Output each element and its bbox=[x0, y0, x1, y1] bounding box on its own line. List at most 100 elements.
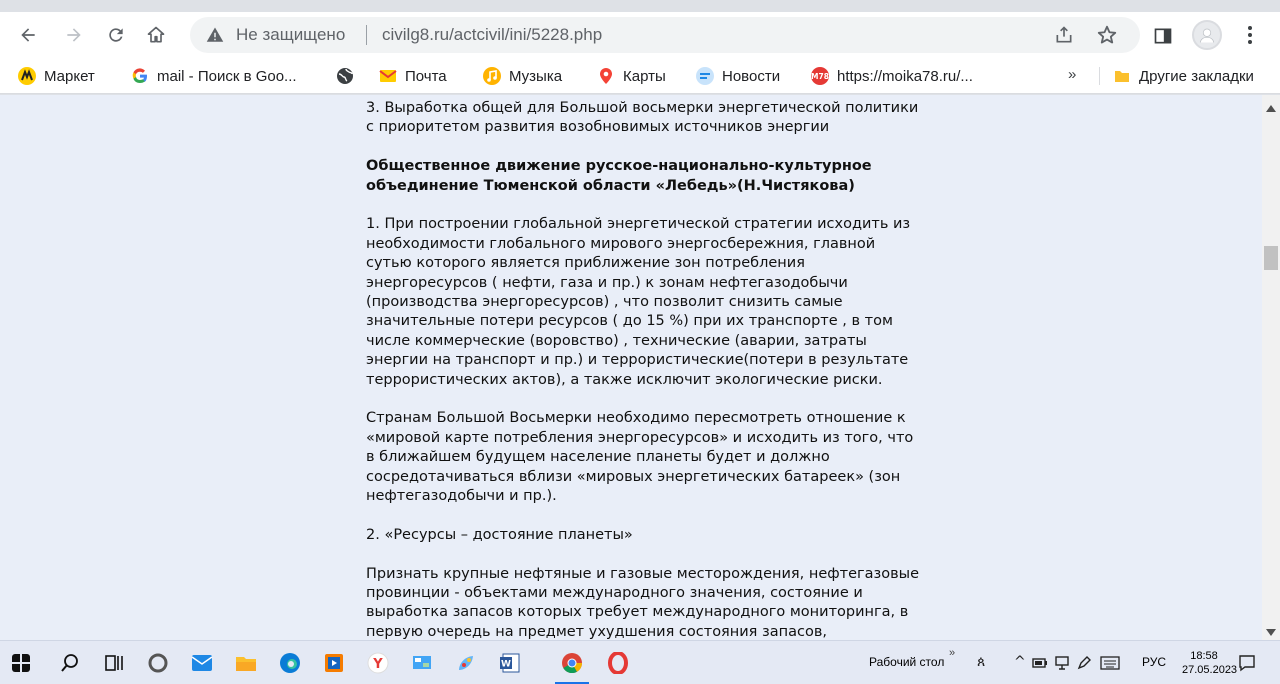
security-status-text[interactable]: Не защищено bbox=[236, 25, 345, 45]
bookmark-music[interactable]: Музыка bbox=[483, 58, 562, 94]
side-panel-icon[interactable] bbox=[1153, 26, 1173, 46]
heading-line: объединение Тюменской области «Лебедь»(Н… bbox=[366, 177, 855, 194]
bookmark-market[interactable]: Маркет bbox=[18, 58, 95, 94]
bookmark-google-mail[interactable]: mail - Поиск в Goo... bbox=[131, 58, 297, 94]
bookmark-label: Маркет bbox=[44, 67, 95, 85]
m78-icon: М78 bbox=[811, 67, 829, 85]
text-line: Странам Большой Восьмерки необходимо пер… bbox=[366, 410, 906, 427]
file-explorer-icon[interactable] bbox=[235, 652, 257, 674]
google-icon bbox=[132, 68, 147, 84]
scroll-up-arrow-icon[interactable] bbox=[1266, 105, 1276, 112]
profile-avatar[interactable] bbox=[1192, 20, 1222, 50]
windows-start-icon[interactable] bbox=[12, 654, 30, 672]
bookmark-news[interactable]: Новости bbox=[696, 58, 780, 94]
battery-icon[interactable] bbox=[1032, 656, 1048, 670]
paragraph-5: Признать крупные нефтяные и газовые мест… bbox=[366, 565, 920, 640]
text-line: 1. При построении глобальной энергетичес… bbox=[366, 216, 911, 233]
text-line: выработка запасов которых требует междун… bbox=[366, 604, 909, 621]
paragraph-3: Странам Большой Восьмерки необходимо пер… bbox=[366, 409, 916, 506]
mail-app-icon[interactable] bbox=[191, 652, 213, 674]
mail-icon bbox=[379, 70, 397, 82]
reload-button[interactable] bbox=[104, 23, 128, 47]
bookmark-label: Музыка bbox=[509, 67, 563, 85]
bookmark-mail[interactable]: Почта bbox=[379, 58, 447, 94]
text-line: с приоритетом развития возобновимых исто… bbox=[366, 119, 830, 136]
notifications-icon[interactable] bbox=[1238, 654, 1256, 672]
control-panel-icon[interactable] bbox=[411, 652, 433, 674]
text-line: значительные потери ресурсов ( до 15 %) … bbox=[366, 313, 893, 330]
yandex-browser-icon[interactable]: Y bbox=[367, 652, 389, 674]
bookmark-globe[interactable] bbox=[336, 58, 362, 94]
text-line: числе коммерческие (воровство) , техниче… bbox=[366, 332, 867, 349]
folder-icon bbox=[1115, 71, 1129, 82]
text-line: 3. Выработка общей для Большой восьмерки… bbox=[366, 100, 919, 116]
reload-icon bbox=[109, 28, 123, 42]
desktop-toolbar-label[interactable]: Рабочий стол bbox=[869, 655, 944, 669]
paragraph-1: 3. Выработка общей для Большой восьмерки… bbox=[366, 99, 919, 138]
home-button[interactable] bbox=[144, 23, 168, 47]
other-bookmarks-label: Другие закладки bbox=[1139, 67, 1254, 85]
forward-button[interactable] bbox=[62, 23, 86, 47]
paint-icon[interactable] bbox=[455, 652, 477, 674]
tray-overflow-chevron-icon[interactable]: ^ bbox=[1014, 654, 1026, 670]
text-line: энергии на транспорт и пр.) и террористи… bbox=[366, 352, 909, 369]
bookmark-label: Карты bbox=[623, 67, 666, 85]
bookmark-moika78[interactable]: М78 https://moika78.ru/... bbox=[811, 58, 973, 94]
task-view-icon[interactable] bbox=[103, 652, 125, 674]
pen-icon[interactable] bbox=[1076, 655, 1092, 671]
back-button[interactable] bbox=[16, 23, 40, 47]
text-line: в ближайшем будущем население планеты бу… bbox=[366, 449, 830, 466]
address-divider bbox=[366, 25, 367, 45]
keyboard-icon[interactable] bbox=[1100, 656, 1120, 670]
edge-icon[interactable] bbox=[279, 652, 301, 674]
clock[interactable]: 18:58 27.05.2023 bbox=[1182, 649, 1238, 677]
text-line: сутью которого является приближение зон … bbox=[366, 255, 805, 272]
paragraph-4: 2. «Ресурсы – достояние планеты» bbox=[366, 526, 916, 545]
section-heading: Общественное движение русское-национальн… bbox=[366, 157, 916, 196]
share-icon[interactable] bbox=[1054, 25, 1074, 45]
other-bookmarks-folder[interactable]: Другие закладки bbox=[1113, 58, 1254, 94]
bookmarks-bar: Маркет mail - Поиск в Goo... Почта Музык… bbox=[0, 58, 1280, 94]
svg-text:W: W bbox=[501, 660, 511, 670]
text-line: «мировой карте потребления энергоресурсо… bbox=[366, 429, 914, 446]
scroll-down-arrow-icon[interactable] bbox=[1266, 629, 1276, 636]
bookmarks-overflow-button[interactable]: » bbox=[1068, 66, 1076, 83]
text-line: энергоресурсов ( нефти, газа и пр.) к зо… bbox=[366, 274, 848, 291]
text-line: (производства энергоресурсов) , что позв… bbox=[366, 294, 843, 311]
network-icon[interactable] bbox=[1054, 655, 1070, 671]
input-language-indicator[interactable]: РУС bbox=[1142, 655, 1166, 669]
toolbar-expand-chevron[interactable]: » bbox=[949, 647, 955, 659]
clock-date: 27.05.2023 bbox=[1182, 664, 1238, 676]
svg-text:М78: М78 bbox=[811, 72, 829, 81]
text-line: провинции - объектами международного зна… bbox=[366, 585, 863, 602]
address-bar[interactable]: Не защищено civilg8.ru/actcivil/ini/5228… bbox=[190, 17, 1140, 53]
text-line: необходимости глобального мирового энерг… bbox=[366, 235, 876, 252]
home-icon bbox=[147, 26, 165, 43]
text-line: террористических актов), а также исключи… bbox=[366, 371, 883, 388]
svg-text:Y: Y bbox=[372, 657, 383, 672]
music-icon bbox=[483, 67, 501, 85]
more-menu-icon[interactable] bbox=[1238, 23, 1262, 47]
vertical-scrollbar[interactable] bbox=[1262, 95, 1280, 640]
opera-icon[interactable] bbox=[607, 652, 629, 674]
chrome-icon[interactable] bbox=[561, 652, 583, 674]
search-icon[interactable] bbox=[59, 652, 81, 674]
page-viewport: 3. Выработка общей для Большой восьмерки… bbox=[0, 95, 1262, 640]
bookmark-label: Новости bbox=[722, 67, 781, 85]
arrow-left-icon bbox=[21, 28, 35, 42]
word-icon[interactable]: W bbox=[499, 652, 521, 674]
people-icon[interactable]: ጰ bbox=[977, 654, 985, 670]
text-line: первую очередь на предмет ухудшения сост… bbox=[366, 623, 827, 640]
bookmark-label: https://moika78.ru/... bbox=[837, 67, 973, 85]
scroll-thumb[interactable] bbox=[1264, 246, 1278, 270]
browser-toolbar: Не защищено civilg8.ru/actcivil/ini/5228… bbox=[0, 12, 1280, 58]
warning-icon[interactable] bbox=[206, 26, 224, 44]
bookmark-label: mail - Поиск в Goo... bbox=[157, 67, 297, 85]
bookmark-maps[interactable]: Карты bbox=[597, 58, 666, 94]
bookmark-star-icon[interactable] bbox=[1096, 24, 1118, 46]
text-line: Признать крупные нефтяные и газовые мест… bbox=[366, 565, 920, 582]
cortana-icon[interactable] bbox=[147, 652, 169, 674]
url-text[interactable]: civilg8.ru/actcivil/ini/5228.php bbox=[382, 25, 602, 45]
article-body: 3. Выработка общей для Большой восьмерки… bbox=[366, 99, 920, 640]
media-player-icon[interactable] bbox=[323, 652, 345, 674]
